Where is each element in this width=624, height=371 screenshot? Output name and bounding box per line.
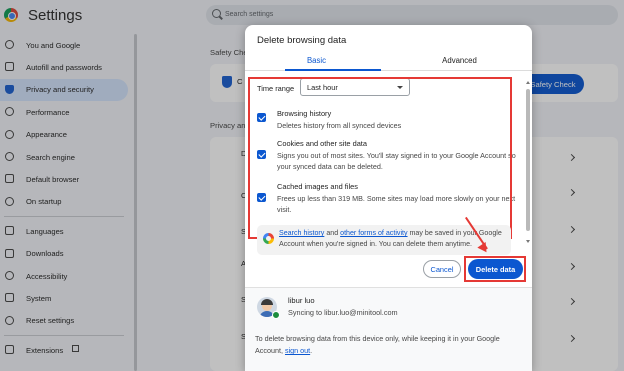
account-section: libur luo Syncing to libur.luo@minitool.… xyxy=(245,287,532,371)
delete-browsing-data-dialog: Delete browsing data Basic Advanced Time… xyxy=(245,25,532,371)
avatar-hair xyxy=(261,299,273,305)
other-activity-link[interactable]: other forms of activity xyxy=(340,229,407,237)
account-sync-status: Syncing to libur.luo@minitool.com xyxy=(288,308,398,317)
scroll-down-icon[interactable] xyxy=(526,240,530,243)
dialog-scrollbar[interactable] xyxy=(526,89,530,231)
sign-out-link[interactable]: sign out xyxy=(285,346,310,355)
info-text-part: and xyxy=(324,229,341,237)
sign-out-note: To delete browsing data from this device… xyxy=(255,333,523,357)
sync-icon xyxy=(272,311,280,319)
tab-advanced[interactable]: Advanced xyxy=(388,56,531,65)
search-history-link[interactable]: Search history xyxy=(279,229,324,237)
active-tab-indicator xyxy=(285,69,381,71)
dialog-tabs: Basic Advanced xyxy=(245,53,532,71)
delete-button-highlight-box xyxy=(464,256,526,282)
scroll-up-icon[interactable] xyxy=(526,81,530,84)
activity-info-text: Search history and other forms of activi… xyxy=(279,228,507,250)
tab-basic[interactable]: Basic xyxy=(245,56,388,65)
cancel-button[interactable]: Cancel xyxy=(423,260,461,278)
google-icon xyxy=(263,233,274,244)
account-name: libur luo xyxy=(288,296,315,305)
note-text: . xyxy=(310,346,313,355)
options-highlight-box xyxy=(248,77,512,239)
dialog-title: Delete browsing data xyxy=(257,35,347,46)
